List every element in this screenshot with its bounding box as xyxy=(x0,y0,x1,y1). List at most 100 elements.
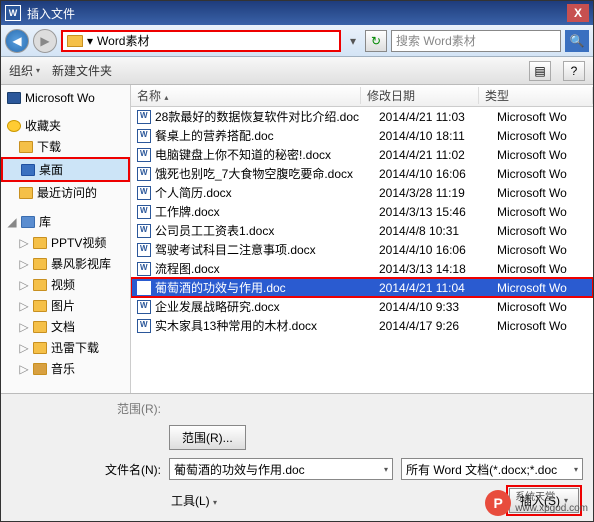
search-placeholder: 搜索 Word素材 xyxy=(392,32,560,49)
close-button[interactable]: X xyxy=(567,4,589,22)
tree-collapsed-icon[interactable]: ▷ xyxy=(19,341,29,355)
file-date: 2014/4/21 11:04 xyxy=(379,281,497,295)
file-type: Microsoft Wo xyxy=(497,205,593,219)
library-icon xyxy=(21,216,35,228)
folder-icon xyxy=(33,237,47,249)
tree-collapsed-icon[interactable]: ▷ xyxy=(19,362,29,376)
address-bar[interactable]: ▾ Word素材 xyxy=(61,30,341,52)
file-date: 2014/3/28 11:19 xyxy=(379,186,497,200)
view-options-button[interactable]: ▤ xyxy=(529,61,551,81)
sidebar-item-xunlei[interactable]: ▷迅雷下载 xyxy=(1,337,130,358)
column-name[interactable]: 名称 ▴ xyxy=(131,87,361,104)
file-row[interactable]: 葡萄酒的功效与作用.doc2014/4/21 11:04Microsoft Wo xyxy=(131,278,593,297)
file-type: Microsoft Wo xyxy=(497,262,593,276)
file-type: Microsoft Wo xyxy=(497,224,593,238)
tree-expanded-icon[interactable]: ◢ xyxy=(7,215,17,229)
tree-collapsed-icon[interactable]: ▷ xyxy=(19,257,29,271)
sidebar-item-recent[interactable]: 最近访问的 xyxy=(1,182,130,203)
sidebar-item-downloads[interactable]: 下载 xyxy=(1,136,130,157)
sort-indicator-icon: ▴ xyxy=(164,93,168,102)
file-row[interactable]: 饿死也别吃_7大食物空腹吃要命.docx2014/4/10 16:06Micro… xyxy=(131,164,593,183)
file-row[interactable]: 个人简历.docx2014/3/28 11:19Microsoft Wo xyxy=(131,183,593,202)
toolbar: 组织▾ 新建文件夹 ▤ ? xyxy=(1,57,593,85)
path-text: Word素材 xyxy=(97,32,149,49)
search-button[interactable]: 🔍 xyxy=(565,30,589,52)
file-row[interactable]: 公司员工工资表1.docx2014/4/8 10:31Microsoft Wo xyxy=(131,221,593,240)
file-date: 2014/4/21 11:03 xyxy=(379,110,497,124)
column-type[interactable]: 类型 xyxy=(479,87,593,104)
address-dropdown[interactable]: ▾ xyxy=(345,34,361,48)
file-date: 2014/4/17 9:26 xyxy=(379,319,497,333)
folder-icon xyxy=(33,321,47,333)
watermark: P 系统天堂 www.xpgod.com xyxy=(485,490,588,516)
doc-icon xyxy=(137,167,151,181)
doc-icon xyxy=(137,224,151,238)
chevron-down-icon[interactable]: ▾ xyxy=(574,465,578,474)
sidebar-item-pictures[interactable]: ▷图片 xyxy=(1,295,130,316)
new-folder-button[interactable]: 新建文件夹 xyxy=(52,62,112,79)
folder-icon xyxy=(33,342,47,354)
window-title: 插入文件 xyxy=(27,5,567,22)
file-row[interactable]: 电脑键盘上你不知道的秘密!.docx2014/4/21 11:02Microso… xyxy=(131,145,593,164)
nav-bar: ◀ ▶ ▾ Word素材 ▾ ↻ 搜索 Word素材 🔍 xyxy=(1,25,593,57)
folder-icon xyxy=(33,258,47,270)
range-button[interactable]: 范围(R)... xyxy=(169,425,246,450)
folder-icon xyxy=(33,300,47,312)
file-name: 个人简历.docx xyxy=(155,184,379,201)
filetype-filter[interactable]: 所有 Word 文档(*.docx;*.doc ▾ xyxy=(401,458,583,480)
file-name: 电脑键盘上你不知道的秘密!.docx xyxy=(155,146,379,163)
tree-collapsed-icon[interactable]: ▷ xyxy=(19,320,29,334)
sidebar-item-favorites[interactable]: 收藏夹 xyxy=(1,115,130,136)
file-type: Microsoft Wo xyxy=(497,319,593,333)
sidebar-item-desktop[interactable]: 桌面 xyxy=(1,157,130,182)
file-date: 2014/3/13 14:18 xyxy=(379,262,497,276)
folder-icon xyxy=(67,35,83,47)
file-name: 葡萄酒的功效与作用.doc xyxy=(155,279,379,296)
doc-icon xyxy=(137,300,151,314)
tree-collapsed-icon[interactable]: ▷ xyxy=(19,299,29,313)
file-name: 公司员工工资表1.docx xyxy=(155,222,379,239)
file-row[interactable]: 工作牌.docx2014/3/13 15:46Microsoft Wo xyxy=(131,202,593,221)
file-row[interactable]: 实木家具13种常用的木材.docx2014/4/17 9:26Microsoft… xyxy=(131,316,593,335)
column-date[interactable]: 修改日期 xyxy=(361,87,479,104)
file-name: 餐桌上的营养搭配.doc xyxy=(155,127,379,144)
file-list: 名称 ▴ 修改日期 类型 28款最好的数据恢复软件对比介绍.doc2014/4/… xyxy=(131,85,593,393)
doc-icon xyxy=(137,205,151,219)
file-row[interactable]: 28款最好的数据恢复软件对比介绍.doc2014/4/21 11:03Micro… xyxy=(131,107,593,126)
organize-menu[interactable]: 组织▾ xyxy=(9,62,40,79)
doc-icon xyxy=(137,186,151,200)
help-button[interactable]: ? xyxy=(563,61,585,81)
star-icon xyxy=(7,120,21,132)
file-type: Microsoft Wo xyxy=(497,129,593,143)
file-row[interactable]: 驾驶考试科目二注意事项.docx2014/4/10 16:06Microsoft… xyxy=(131,240,593,259)
tree-collapsed-icon[interactable]: ▷ xyxy=(19,278,29,292)
chevron-down-icon[interactable]: ▾ xyxy=(384,465,388,474)
doc-icon xyxy=(137,262,151,276)
refresh-button[interactable]: ↻ xyxy=(365,30,387,52)
sidebar-item-pptv[interactable]: ▷PPTV视频 xyxy=(1,232,130,253)
title-bar: W 插入文件 X xyxy=(1,1,593,25)
back-button[interactable]: ◀ xyxy=(5,29,29,53)
file-type: Microsoft Wo xyxy=(497,281,593,295)
sidebar-item-documents[interactable]: ▷文档 xyxy=(1,316,130,337)
sidebar-item-music[interactable]: ▷音乐 xyxy=(1,358,130,379)
filename-input[interactable]: 葡萄酒的功效与作用.doc ▾ xyxy=(169,458,393,480)
file-row[interactable]: 餐桌上的营养搭配.doc2014/4/10 18:11Microsoft Wo xyxy=(131,126,593,145)
file-name: 28款最好的数据恢复软件对比介绍.doc xyxy=(155,108,379,125)
forward-button[interactable]: ▶ xyxy=(33,29,57,53)
sidebar-item-libraries[interactable]: ◢库 xyxy=(1,211,130,232)
tree-collapsed-icon[interactable]: ▷ xyxy=(19,236,29,250)
folder-icon xyxy=(19,141,33,153)
word-icon xyxy=(7,92,21,104)
tools-menu[interactable]: 工具(L) ▾ xyxy=(171,492,217,509)
search-box[interactable]: 搜索 Word素材 xyxy=(391,30,561,52)
sidebar-item-word[interactable]: Microsoft Wo xyxy=(1,89,130,107)
filename-label: 文件名(N): xyxy=(11,461,161,478)
file-row[interactable]: 流程图.docx2014/3/13 14:18Microsoft Wo xyxy=(131,259,593,278)
sidebar-item-baofeng[interactable]: ▷暴风影视库 xyxy=(1,253,130,274)
sidebar-item-video[interactable]: ▷视频 xyxy=(1,274,130,295)
file-row[interactable]: 企业发展战略研究.docx2014/4/10 9:33Microsoft Wo xyxy=(131,297,593,316)
folder-icon xyxy=(33,279,47,291)
file-type: Microsoft Wo xyxy=(497,167,593,181)
doc-icon xyxy=(137,110,151,124)
